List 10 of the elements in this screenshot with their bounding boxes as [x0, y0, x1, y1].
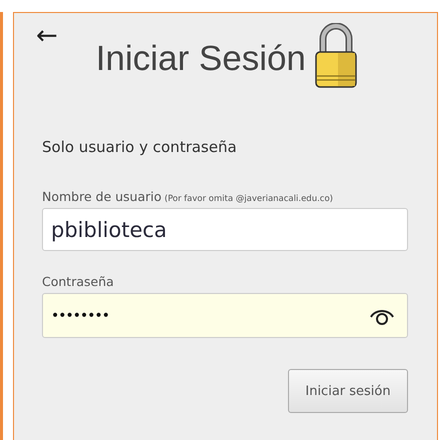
- password-field[interactable]: ••••••••: [42, 293, 408, 338]
- back-button[interactable]: ←: [36, 23, 58, 49]
- login-button[interactable]: Iniciar sesión: [288, 369, 408, 413]
- username-field[interactable]: pbiblioteca: [42, 208, 408, 251]
- section-heading: Solo usuario y contraseña: [42, 138, 238, 156]
- field-label: Contraseña: [42, 274, 114, 289]
- field-label: Nombre de usuario: [42, 189, 162, 204]
- field-hint: (Por favor omita @javerianacali.edu.co): [164, 194, 333, 204]
- page-title: Iniciar Sesión: [96, 39, 306, 79]
- padlock-icon: [314, 23, 358, 89]
